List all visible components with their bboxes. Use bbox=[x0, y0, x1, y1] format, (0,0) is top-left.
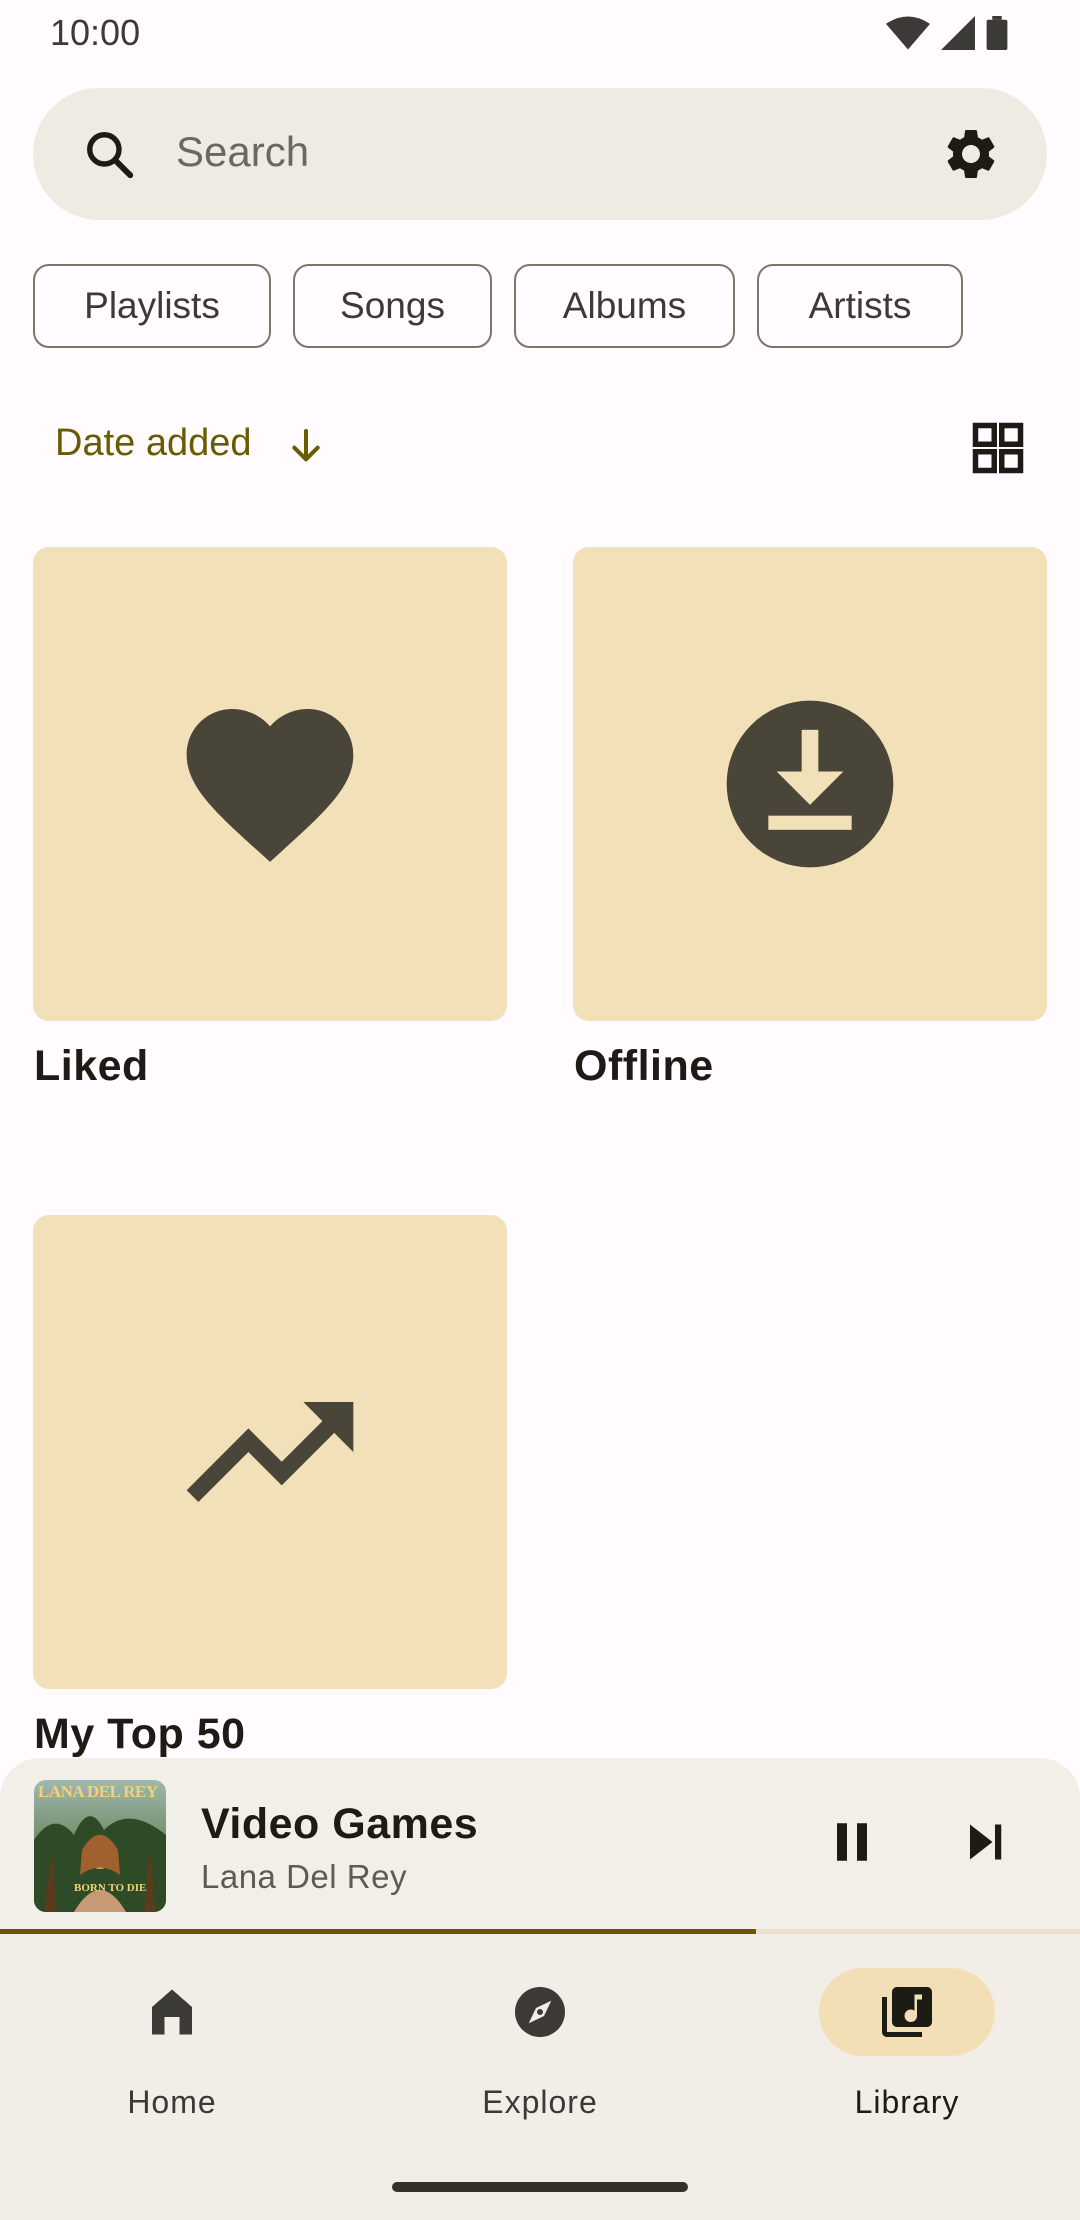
track-artist: Lana Del Rey bbox=[201, 1858, 407, 1895]
album-art[interactable]: LANA DEL REY BORN TO DIE bbox=[34, 1780, 166, 1912]
library-item-label: My Top 50 bbox=[34, 1710, 246, 1758]
cell-signal-icon bbox=[941, 16, 975, 50]
track-title: Video Games bbox=[201, 1800, 479, 1848]
nav-item-home[interactable]: Home bbox=[52, 1968, 292, 2128]
battery-icon bbox=[986, 16, 1008, 50]
status-bar: 10:00 bbox=[0, 0, 1080, 68]
chip-playlists[interactable]: Playlists bbox=[33, 264, 271, 348]
nav-label: Explore bbox=[482, 2084, 598, 2120]
mini-player[interactable]: LANA DEL REY BORN TO DIE Video Games Lan… bbox=[0, 1758, 1080, 1934]
download-circle-icon bbox=[726, 700, 894, 868]
sort-row: Date added bbox=[0, 400, 1080, 490]
search-input[interactable]: Search bbox=[176, 128, 309, 176]
sort-button[interactable]: Date added bbox=[55, 422, 252, 465]
chip-albums[interactable]: Albums bbox=[514, 264, 735, 348]
status-icons bbox=[886, 16, 1008, 50]
skip-next-icon[interactable] bbox=[955, 1812, 1015, 1872]
library-item-my-top-50[interactable] bbox=[33, 1215, 507, 1689]
status-time: 10:00 bbox=[50, 12, 141, 53]
nav-label: Library bbox=[854, 2084, 960, 2120]
chip-songs[interactable]: Songs bbox=[293, 264, 492, 348]
library-music-icon bbox=[882, 1987, 932, 2037]
search-icon bbox=[87, 132, 134, 179]
nav-item-library[interactable]: Library bbox=[787, 1968, 1027, 2128]
chip-artists[interactable]: Artists bbox=[757, 264, 963, 348]
search-bar[interactable]: Search bbox=[33, 88, 1047, 220]
album-art-text: LANA DEL REY bbox=[38, 1782, 158, 1801]
home-icon bbox=[152, 1989, 192, 2035]
gear-icon[interactable] bbox=[941, 124, 1001, 184]
gesture-bar[interactable] bbox=[392, 2182, 688, 2192]
trending-up-icon bbox=[186, 1402, 354, 1502]
grid-view-icon[interactable] bbox=[968, 418, 1028, 478]
album-art-subtext: BORN TO DIE bbox=[74, 1882, 147, 1894]
pause-icon[interactable] bbox=[822, 1812, 882, 1872]
nav-item-explore[interactable]: Explore bbox=[420, 1968, 660, 2128]
compass-icon bbox=[515, 1987, 565, 2037]
library-item-liked[interactable] bbox=[33, 547, 507, 1021]
arrow-down-icon[interactable] bbox=[286, 426, 326, 466]
library-item-label: Liked bbox=[34, 1042, 149, 1090]
library-item-label: Offline bbox=[574, 1042, 714, 1090]
bottom-navigation: Home Explore Library bbox=[0, 1934, 1080, 2220]
library-item-offline[interactable] bbox=[573, 547, 1047, 1021]
wifi-icon bbox=[886, 16, 930, 50]
heart-icon bbox=[186, 709, 354, 862]
nav-label: Home bbox=[127, 2084, 217, 2120]
